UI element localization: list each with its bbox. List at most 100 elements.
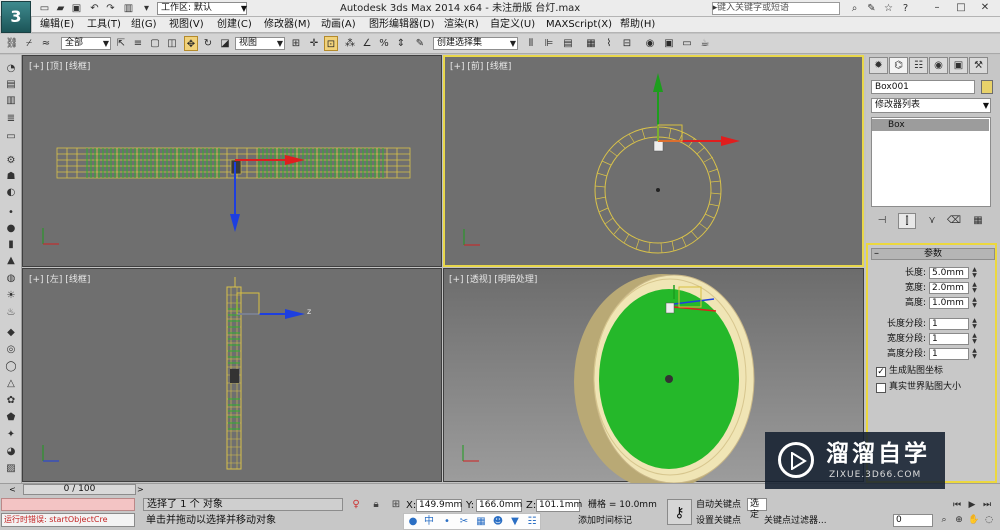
redo-icon[interactable]: ↷ (104, 2, 117, 15)
ime-punct-icon[interactable]: • (440, 515, 454, 528)
menu-customize[interactable]: 自定义(U) (490, 17, 535, 33)
binoculars-icon[interactable]: ⌕ (848, 2, 861, 15)
helper-icon[interactable]: ◕ (3, 445, 19, 459)
viewport-left[interactable]: z [+] [左] [线框] (22, 268, 442, 482)
teapot-icon[interactable]: ♨ (3, 306, 19, 320)
ime-keyboard-icon[interactable]: ▦ (474, 515, 488, 528)
goto-start-icon[interactable]: ⏮ (950, 499, 964, 512)
unlink-icon[interactable]: ⌿ (22, 36, 36, 51)
open-file-icon[interactable]: ▰ (54, 2, 67, 15)
new-file-icon[interactable]: ▭ (38, 2, 51, 15)
communication-icon[interactable]: ☆ (882, 2, 895, 15)
y-field[interactable]: 166.0mm (476, 499, 522, 512)
goto-end-icon[interactable]: ⏭ (980, 499, 994, 512)
z-field[interactable]: 101.1mm (536, 499, 582, 512)
chevron-down-icon[interactable]: ▼ (981, 99, 991, 112)
time-slider-right-icon[interactable]: > (137, 484, 144, 495)
ime-skin-icon[interactable]: ☻ (491, 515, 505, 528)
menu-group[interactable]: 组(G) (131, 17, 157, 33)
select-scale-icon[interactable]: ◪ (218, 36, 232, 51)
zoom-all-icon[interactable]: ⊕ (952, 514, 966, 527)
tab-display[interactable]: ▣ (949, 57, 968, 74)
layers-icon[interactable]: ▥ (3, 94, 19, 108)
menu-graph-editors[interactable]: 图形编辑器(D) (369, 17, 435, 33)
collapse-icon[interactable]: – (874, 248, 879, 260)
length-field[interactable]: 5.0mm (929, 267, 969, 279)
named-selection-dropdown[interactable]: 创建选择集 (433, 37, 518, 50)
viewport-left-label[interactable]: [+] [左] [线框] (29, 272, 90, 285)
ime-language[interactable]: 中 (422, 515, 436, 528)
maximize-icon[interactable]: □ (951, 1, 971, 15)
rollout-header[interactable]: 参数 (871, 248, 995, 260)
angle-snap-icon[interactable]: ∠ (360, 36, 374, 51)
auto-key-button[interactable]: 自动关键点 (696, 499, 741, 511)
object-name-field[interactable]: Box001 (871, 80, 975, 94)
menu-tools[interactable]: 工具(T) (87, 17, 121, 33)
ime-menu-icon[interactable]: ☷ (525, 515, 539, 528)
mirror-icon[interactable]: ⫴ (524, 36, 538, 51)
key-selection-set-field[interactable]: 选定 (747, 498, 767, 520)
render-production-icon[interactable]: ☕ (698, 36, 712, 51)
help-icon[interactable]: ? (899, 2, 912, 15)
shape-icon[interactable]: ⬟ (3, 411, 19, 425)
remove-modifier-icon[interactable]: ⌫ (945, 213, 963, 229)
save-icon[interactable]: ▣ (70, 2, 83, 15)
vertex-icon[interactable]: • (3, 206, 19, 220)
select-manipulate-icon[interactable]: ✛ (307, 36, 321, 51)
script-error-text[interactable]: 运行时错误: startObjectCre (1, 513, 135, 527)
plant-icon[interactable]: ✿ (3, 394, 19, 408)
bones-icon[interactable]: ⚙ (3, 154, 19, 168)
tab-hierarchy[interactable]: ☷ (909, 57, 928, 74)
schematic-view-icon[interactable]: ⊟ (620, 36, 634, 51)
spinner-snap-icon[interactable]: ⇕ (394, 36, 408, 51)
configure-modifier-sets-icon[interactable]: ▦ (969, 213, 987, 229)
chevron-down-icon[interactable]: ▼ (101, 37, 111, 50)
window-crossing-icon[interactable]: ◫ (165, 36, 179, 51)
menu-create[interactable]: 创建(C) (217, 17, 252, 33)
plane-icon[interactable]: ◆ (3, 326, 19, 340)
spinner-icon[interactable]: ▲ ▼ (970, 333, 979, 345)
select-rotate-icon[interactable]: ↻ (201, 36, 215, 51)
layer-manager-icon[interactable]: ▤ (561, 36, 575, 51)
lock-selection-icon[interactable]: 🔒︎ (369, 498, 383, 512)
undo-icon[interactable]: ↶ (88, 2, 101, 15)
app-logo-button[interactable]: 3 (1, 1, 31, 33)
menu-animation[interactable]: 动画(A) (321, 17, 356, 33)
align-icon[interactable]: ⊫ (542, 36, 556, 51)
cone-icon[interactable]: ▲ (3, 254, 19, 268)
cylinder-icon[interactable]: ▮ (3, 238, 19, 252)
minimize-icon[interactable]: – (927, 1, 947, 15)
zoom-icon[interactable]: ⌕ (937, 514, 951, 527)
tube-icon[interactable]: ◎ (3, 343, 19, 357)
systems-icon[interactable]: ▨ (3, 462, 19, 476)
tab-create[interactable]: ✹ (869, 57, 888, 74)
rectangle-selection-icon[interactable]: ▢ (148, 36, 162, 51)
material-editor-icon[interactable]: ◉ (643, 36, 657, 51)
search-icon[interactable]: ▸ (710, 3, 720, 14)
spinner-icon[interactable]: ▲ ▼ (970, 267, 979, 279)
menu-maxscript[interactable]: MAXScript(X) (546, 17, 612, 33)
width-field[interactable]: 2.0mm (929, 282, 969, 294)
height-field[interactable]: 1.0mm (929, 297, 969, 309)
show-end-result-icon[interactable]: ⫿ (898, 213, 916, 229)
scene-explorer-icon[interactable]: ▤ (3, 78, 19, 92)
search-input[interactable]: 键入关键字或短语 (712, 2, 840, 15)
height-segs-field[interactable]: 1 (929, 348, 969, 360)
pyramid-icon[interactable]: △ (3, 377, 19, 391)
key-filters-button[interactable]: 关键点过滤器... (764, 515, 831, 527)
chevron-down-icon[interactable]: ▼ (239, 2, 249, 15)
geosphere-icon[interactable]: ◍ (3, 272, 19, 286)
spinner-icon[interactable]: ▲ ▼ (970, 318, 979, 330)
x-field[interactable]: 149.9mm (416, 499, 462, 512)
pin-stack-icon[interactable]: ⊣ (873, 213, 891, 229)
torus-icon[interactable]: ◯ (3, 360, 19, 374)
isolate-icon[interactable]: ♀ (349, 498, 363, 512)
rendered-frame-icon[interactable]: ▭ (680, 36, 694, 51)
chevron-down-icon[interactable]: ▼ (508, 37, 518, 50)
spinner-icon[interactable]: ▲ ▼ (970, 297, 979, 309)
sun-icon[interactable]: ☀ (3, 289, 19, 303)
project-folder-icon[interactable]: ▥ (122, 2, 135, 15)
viewport-perspective-label[interactable]: [+] [透视] [明暗处理] (449, 272, 537, 285)
select-move-icon[interactable]: ✥ (184, 36, 198, 51)
graphite-toggle-icon[interactable]: ▦ (584, 36, 598, 51)
